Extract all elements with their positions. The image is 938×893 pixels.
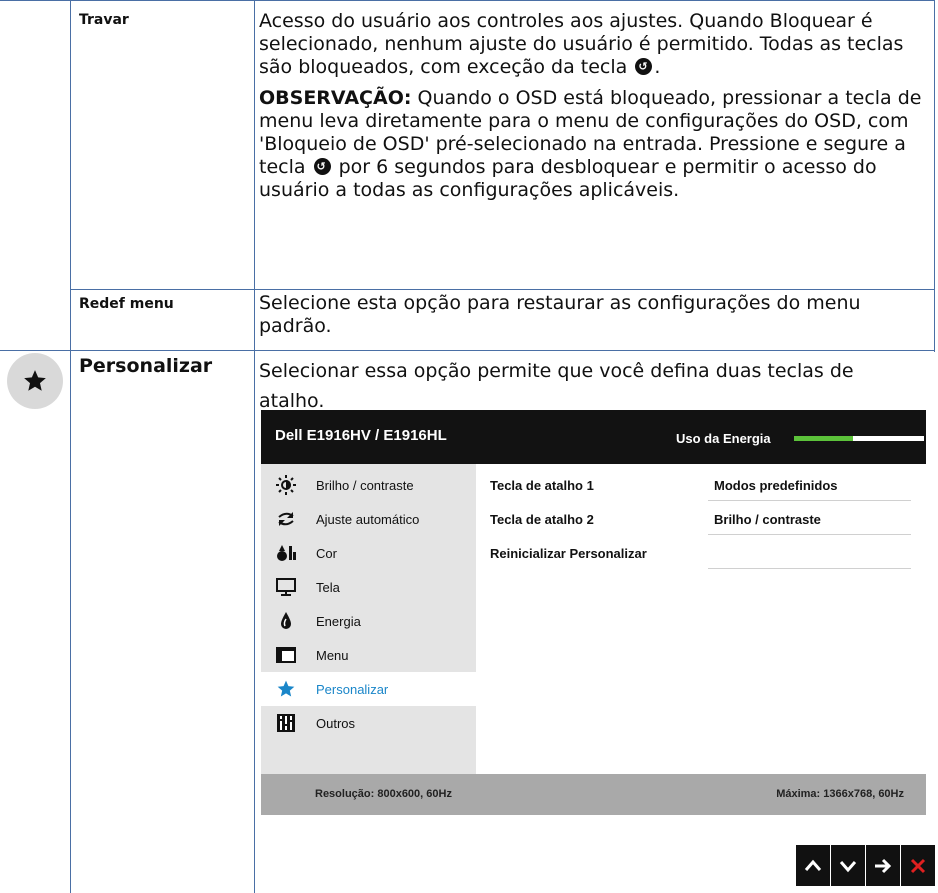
star-icon [7,353,63,409]
submenu-value-hotkey-2[interactable]: Brilho / contraste [714,512,821,527]
menu-item-label: Ajuste automático [316,511,420,527]
osd-screenshot: Dell E1916HV / E1916HL Uso da Energia Br… [261,410,926,815]
menu-item-tela[interactable]: Tela [261,570,476,604]
back-icon [313,158,331,175]
row-description-travar: Acesso do usuário aos controles aos ajus… [259,10,929,202]
auto-adjust-icon [275,508,297,530]
menu-item-outros[interactable]: Outros [261,706,476,740]
menu-item-label: Tela [316,579,340,595]
divider [708,534,911,535]
submenu-item-reset-personalize[interactable]: Reinicializar Personalizar [490,546,647,561]
right-arrow-icon[interactable] [866,845,900,886]
menu-item-label: Cor [316,545,337,561]
table-border-mid [254,0,255,893]
paragraph: Acesso do usuário aos controles aos ajus… [259,10,929,79]
row-label-redef-menu: Redef menu [79,296,174,312]
row-label-personalizar: Personalizar [79,355,213,377]
up-arrow-icon[interactable] [796,845,830,886]
row-label-travar: Travar [79,12,129,28]
submenu-item-hotkey-2[interactable]: Tecla de atalho 2 [490,512,594,527]
table-border-top [0,0,935,1]
submenu-value-hotkey-1[interactable]: Modos predefinidos [714,478,838,493]
energy-meter [794,436,924,441]
menu-item-label: Brilho / contraste [316,477,414,493]
osd-footer: Resolução: 800x600, 60Hz Máxima: 1366x76… [261,774,926,815]
menu-item-label: Energia [316,613,361,629]
menu-item-label: Menu [316,647,349,663]
divider [708,568,911,569]
menu-item-cor[interactable]: Cor [261,536,476,570]
osd-main-menu: Brilho / contraste Ajuste automático Cor… [261,464,476,774]
sliders-icon [275,712,297,734]
sun-icon [275,474,297,496]
table-border-left [70,0,71,893]
menu-item-ajuste-automatico[interactable]: Ajuste automático [261,502,476,536]
menu-window-icon [275,644,297,666]
color-icon [275,542,297,564]
menu-item-energia[interactable]: Energia [261,604,476,638]
energy-label: Uso da Energia [676,431,771,446]
back-icon [635,58,653,75]
menu-item-label: Personalizar [316,681,389,697]
close-icon[interactable] [901,845,935,886]
menu-item-brilho-contraste[interactable]: Brilho / contraste [261,468,476,502]
submenu-item-hotkey-1[interactable]: Tecla de atalho 1 [490,478,594,493]
row-divider [0,350,935,351]
osd-header: Dell E1916HV / E1916HL Uso da Energia [261,410,926,464]
note-paragraph: OBSERVAÇÃO: Quando o OSD está bloqueado,… [259,87,929,202]
divider [708,500,911,501]
monitor-icon [275,576,297,598]
table-border-right [934,0,935,352]
row-description-personalizar: Selecionar essa opção permite que você d… [259,360,854,412]
max-resolution: Máxima: 1366x768, 60Hz [776,788,904,800]
down-arrow-icon[interactable] [831,845,865,886]
power-drop-icon [275,610,297,632]
menu-item-personalizar[interactable]: Personalizar [261,672,476,706]
osd-nav-keys [796,845,936,886]
osd-submenu: Tecla de atalho 1 Modos predefinidos Tec… [476,464,926,774]
menu-item-label: Outros [316,715,356,731]
menu-item-menu[interactable]: Menu [261,638,476,672]
current-resolution: Resolução: 800x600, 60Hz [315,788,452,800]
row-description-redef-menu: Selecione esta opção para restaurar as c… [259,292,861,337]
row-divider [70,289,935,290]
energy-meter-fill [794,436,853,441]
star-icon [275,678,297,700]
osd-title: Dell E1916HV / E1916HL [275,427,447,444]
